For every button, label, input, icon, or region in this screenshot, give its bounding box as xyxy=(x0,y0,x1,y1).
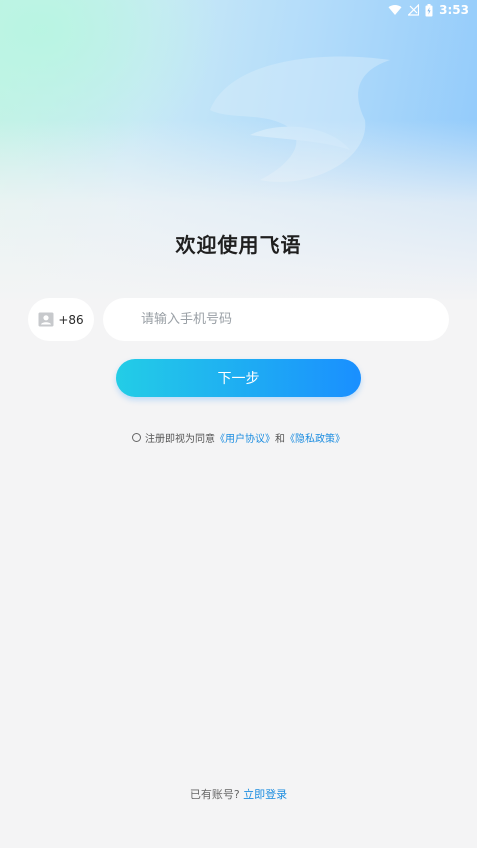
battery-charging-icon xyxy=(425,3,433,16)
agreement-radio[interactable] xyxy=(132,433,141,442)
welcome-title: 欢迎使用飞语 xyxy=(175,233,302,257)
agreement-row: 注册即视为同意 《用户协议》 和 《隐私政策》 xyxy=(0,430,477,445)
next-step-button[interactable]: 下一步 xyxy=(116,359,361,397)
phone-input[interactable] xyxy=(141,312,431,327)
login-screen: 3:53 欢迎使用飞语 +86 下一步 注册即视为同意 《用户协议》 和 《隐私… xyxy=(0,0,477,848)
user-agreement-link[interactable]: 《用户协议》 xyxy=(215,430,275,445)
country-code: +86 xyxy=(58,312,84,327)
status-time: 3:53 xyxy=(439,3,469,17)
login-now-link[interactable]: 立即登录 xyxy=(243,788,287,801)
agreement-conjunction: 和 xyxy=(275,434,285,445)
wifi-icon xyxy=(388,4,402,15)
no-signal-icon xyxy=(408,4,420,16)
country-code-selector[interactable]: +86 xyxy=(28,298,94,341)
login-prompt-text: 已有账号? xyxy=(189,788,240,801)
contact-card-icon xyxy=(38,312,54,327)
login-prompt-row: 已有账号? 立即登录 xyxy=(0,786,477,802)
phone-input-container xyxy=(103,298,449,341)
hero-fade xyxy=(0,120,477,305)
status-bar: 3:53 xyxy=(388,0,469,20)
agreement-prefix: 注册即视为同意 xyxy=(145,434,215,445)
privacy-policy-link[interactable]: 《隐私政策》 xyxy=(285,430,345,445)
